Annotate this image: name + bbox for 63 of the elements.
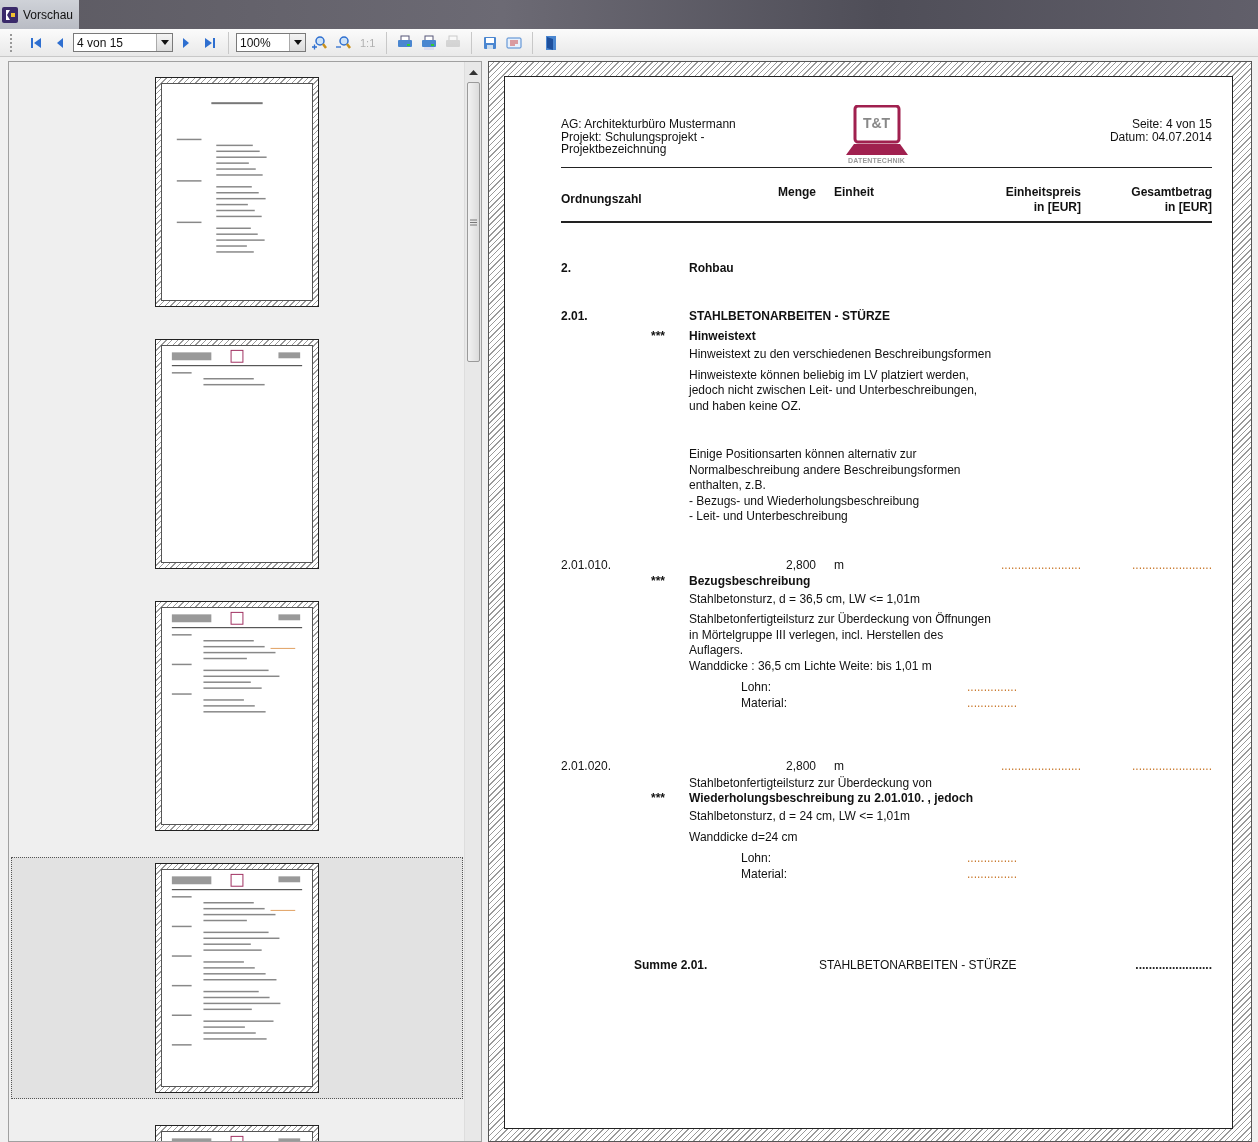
price-dots: .......................	[1134, 958, 1212, 973]
column-header: Einheitspreis in [EUR]	[1004, 185, 1081, 215]
price-dots: ...............	[966, 866, 1017, 882]
cost-label: Material:	[741, 866, 788, 882]
unit: m	[834, 557, 845, 573]
zoom-in-icon	[311, 34, 327, 51]
cost-label: Material:	[741, 695, 788, 711]
dropdown-arrow-icon	[293, 40, 302, 45]
description-title: Wiederholungsbeschreibung zu 2.01.010. , jedoch	[689, 791, 974, 806]
sum-label: Summe 2.01.	[634, 958, 709, 973]
header-text: AG: Architekturbüro Mustermann	[561, 118, 737, 131]
price-dots: ........................	[1000, 557, 1081, 573]
description-text: Wanddicke d=24 cm	[688, 829, 799, 845]
thumbnail-item[interactable]	[10, 857, 463, 1099]
header-text: Projektbezeichnung	[561, 143, 667, 156]
price-dots: ........................	[1000, 759, 1081, 774]
printer-settings-icon	[421, 34, 438, 51]
zoom-select[interactable]: 100%	[236, 33, 306, 52]
price-dots: ...............	[966, 850, 1017, 866]
header-text: Datum: 04.07.2014	[1108, 130, 1212, 143]
ordinal-number: 2.01.010.	[561, 557, 613, 573]
cost-label: Lohn:	[741, 850, 773, 866]
scrollbar-thumb[interactable]	[466, 82, 480, 362]
ordinal-number: 2.01.	[561, 309, 589, 324]
cost-label: Lohn:	[741, 679, 773, 695]
description-text: Stahlbetonfertigteilsturz zur Überdeckung von Öffnungen in Mörtelgruppe III verlegen, incl. Herstellen des Auflagers. Wanddicke : 36,5 cm Lichte Weite: bis 1,01 m	[688, 612, 992, 674]
price-dots: ...............	[966, 695, 1017, 711]
price-dots: ........................	[1131, 557, 1212, 573]
asterisks: ***	[651, 573, 666, 589]
column-header: Menge	[777, 185, 816, 201]
description-text: Hinweistexte können beliebig im LV platziert werden, jedoch nicht zwischen Leit- und Unterbeschreibungen, und haben keine OZ.	[687, 367, 979, 414]
section-title: Rohbau	[689, 261, 735, 276]
description-text: Stahlbetonsturz, d = 36,5 cm, LW <= 1,01m	[688, 591, 921, 607]
column-header: Ordnungszahl	[561, 191, 643, 208]
section-title: STAHLBETONARBEITEN - STÜRZE	[689, 309, 891, 324]
description-text: Einige Positionsarten können alternativ zur Normalbeschreibung andere Beschreibungsformen enthalten, z.B. - Bezugs- und Wiederholungsbeschreibung - Leit- und Unterbeschreibung	[688, 447, 962, 525]
quantity: 2,800	[784, 759, 816, 774]
app-icon	[2, 6, 18, 23]
column-header: Gesamtbetrag in [EUR]	[1130, 185, 1212, 215]
dropdown-arrow-icon	[160, 40, 169, 45]
description-text: Stahlbetonfertigteilsturz zur Überdeckung von	[688, 776, 933, 791]
document-icon	[506, 34, 523, 51]
ordinal-number: 2.01.020.	[561, 759, 613, 774]
unit: m	[834, 759, 845, 774]
description-title: Bezugsbeschreibung	[689, 573, 812, 589]
ordinal-number: 2.	[561, 261, 572, 276]
quantity: 2,800	[784, 557, 816, 573]
zoom-out-icon	[335, 34, 351, 51]
window-title: Vorschau	[23, 7, 74, 22]
description-text: Hinweistext zu den verschiedenen Beschreibungsformen	[688, 347, 993, 363]
asterisks: ***	[651, 329, 666, 344]
column-header: Einheit	[834, 185, 875, 201]
page-select[interactable]: 4 von 15	[73, 33, 173, 52]
save-icon	[482, 34, 499, 51]
description-text: Stahlbetonsturz, d = 24 cm, LW <= 1,01m	[688, 809, 911, 825]
description-title: Hinweistext	[689, 329, 757, 344]
section-title: STAHLBETONARBEITEN - STÜRZE	[819, 958, 1018, 973]
header-text: Seite: 4 von 15	[1130, 118, 1212, 131]
price-dots: ........................	[1131, 759, 1212, 774]
asterisks: ***	[651, 791, 666, 806]
header-text: Projekt: Schulungsprojekt -	[561, 130, 706, 143]
price-dots: ...............	[966, 679, 1017, 695]
scroll-up-icon[interactable]	[468, 68, 478, 78]
